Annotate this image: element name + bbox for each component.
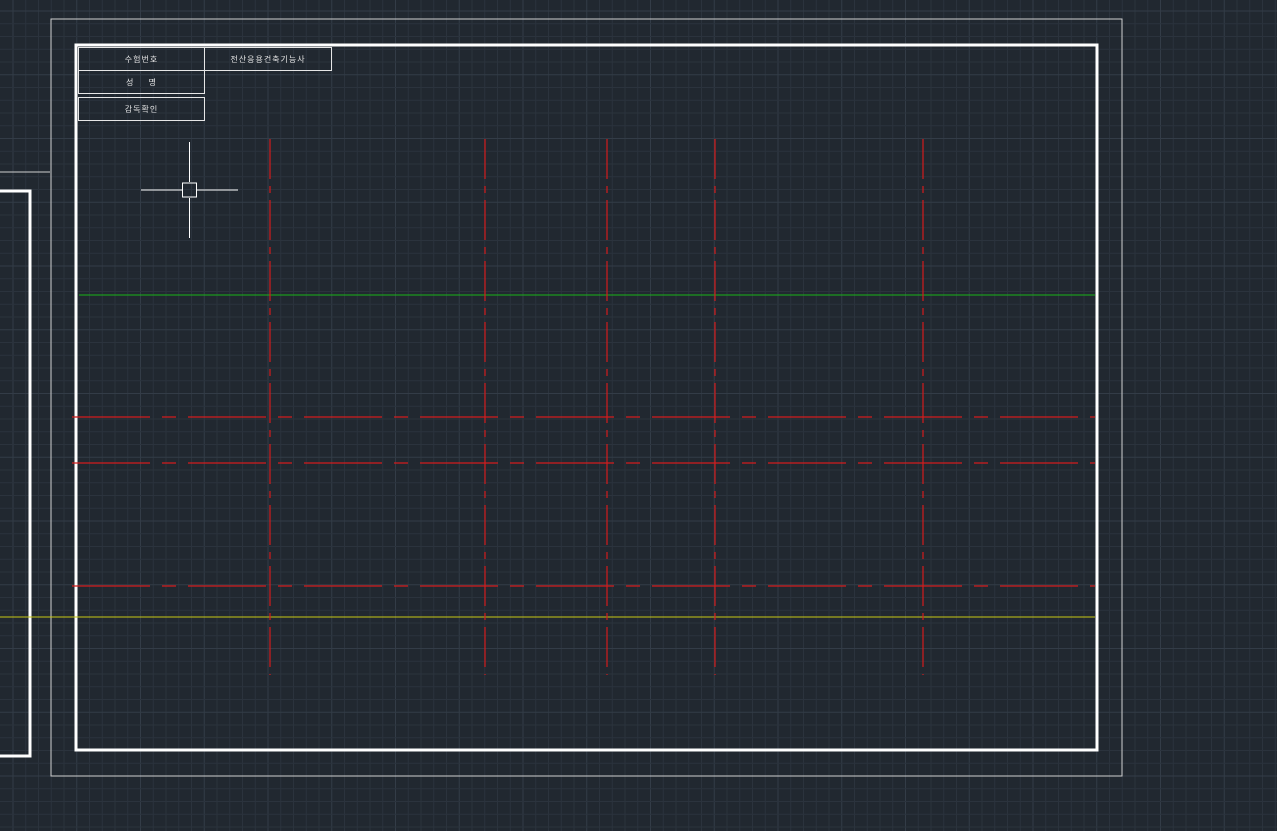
supervisor-label: 감독확인	[78, 97, 205, 121]
exam-number-label: 수험번호	[78, 47, 205, 71]
name-label: 성 명	[78, 70, 205, 94]
drawing-canvas[interactable]	[0, 0, 1277, 831]
axis-lines	[72, 139, 1095, 675]
exam-title: 전산응용건축기능사	[204, 47, 332, 71]
grid	[0, 0, 1277, 831]
